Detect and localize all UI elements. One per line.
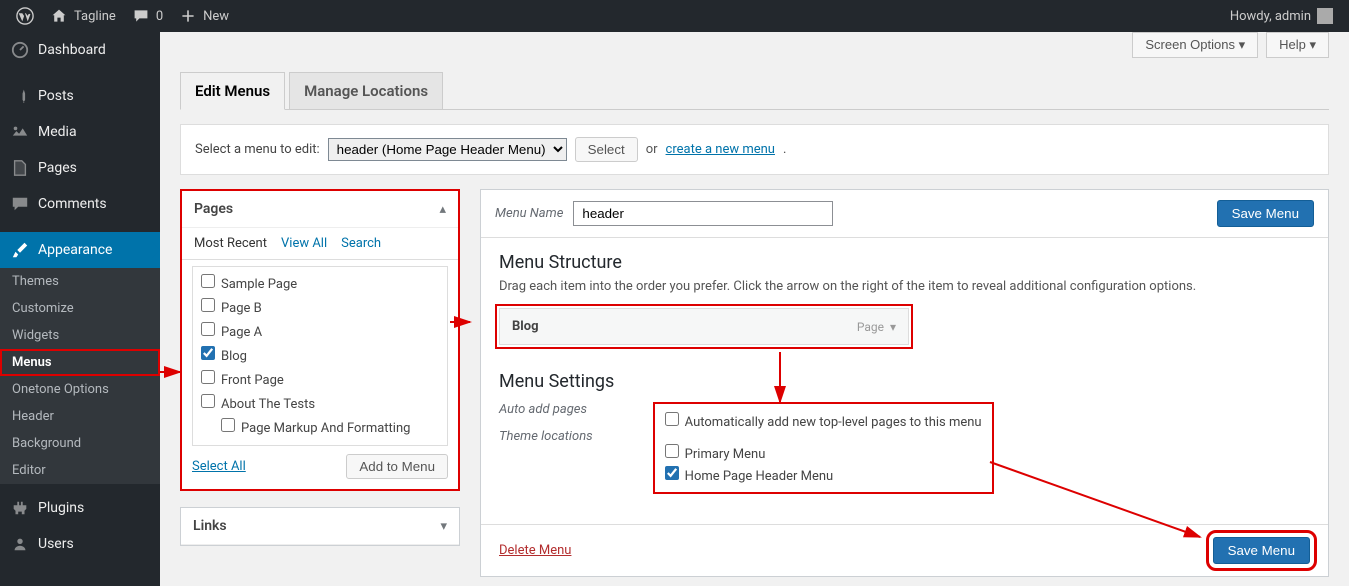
sidebar-item-media[interactable]: Media — [0, 114, 160, 150]
sidebar-item-posts[interactable]: Posts — [0, 78, 160, 114]
comment-icon — [10, 194, 30, 214]
home-icon — [50, 7, 68, 25]
sidebar-item-dashboard[interactable]: Dashboard — [0, 32, 160, 68]
submenu-customize[interactable]: Customize — [0, 295, 160, 322]
page-item[interactable]: Page A — [193, 319, 447, 343]
dashboard-icon — [10, 40, 30, 60]
nav-tabs: Edit Menus Manage Locations — [180, 72, 1329, 110]
pages-postbox: Pages ▴ Most Recent View All Search Samp… — [180, 189, 460, 491]
avatar — [1317, 8, 1333, 24]
page-icon — [10, 158, 30, 178]
plus-icon — [179, 7, 197, 25]
chevron-up-icon: ▴ — [439, 202, 446, 217]
location-primary-row[interactable]: Primary Menu — [665, 442, 982, 464]
select-menu-label: Select a menu to edit: — [195, 142, 320, 157]
page-checkbox[interactable] — [201, 298, 215, 312]
sidebar-item-appearance[interactable]: Appearance — [0, 232, 160, 268]
page-checkbox[interactable] — [201, 370, 215, 384]
links-postbox-header[interactable]: Links ▾ — [181, 508, 459, 545]
menu-edit-panel: Menu Name Save Menu Menu Structure Drag … — [480, 189, 1329, 577]
save-menu-button-top[interactable]: Save Menu — [1217, 200, 1314, 227]
menu-select-row: Select a menu to edit: header (Home Page… — [180, 124, 1329, 175]
page-checkbox[interactable] — [201, 274, 215, 288]
delete-menu-link[interactable]: Delete Menu — [499, 543, 571, 558]
submenu-editor[interactable]: Editor — [0, 457, 160, 484]
auto-add-label: Auto add pages — [499, 402, 593, 417]
comment-icon — [132, 7, 150, 25]
auto-add-checkbox-row[interactable]: Automatically add new top-level pages to… — [665, 410, 982, 432]
menu-item-handle[interactable]: Blog Page ▾ — [499, 308, 909, 345]
tab-edit-menus[interactable]: Edit Menus — [180, 72, 285, 110]
sidebar-item-plugins[interactable]: Plugins — [0, 490, 160, 526]
menu-settings-checks: Automatically add new top-level pages to… — [653, 402, 994, 494]
select-button[interactable]: Select — [575, 137, 638, 162]
submenu-menus[interactable]: Menus — [0, 349, 160, 376]
sidebar-item-comments[interactable]: Comments — [0, 186, 160, 222]
tab-manage-locations[interactable]: Manage Locations — [289, 72, 443, 109]
filter-view-all[interactable]: View All — [281, 236, 327, 251]
chevron-down-icon: ▾ — [440, 519, 447, 534]
page-item[interactable]: Sample Page — [193, 271, 447, 295]
select-all-link[interactable]: Select All — [192, 459, 246, 474]
menu-structure-heading: Menu Structure — [499, 252, 1310, 273]
page-checklist[interactable]: Sample Page Page B Page A Blog Front Pag… — [192, 266, 448, 446]
page-item[interactable]: About The Tests — [193, 391, 447, 415]
page-item[interactable]: Page Markup And Formatting — [193, 415, 447, 439]
pin-icon — [10, 86, 30, 106]
menu-settings-heading: Menu Settings — [499, 371, 1310, 392]
site-name-link[interactable]: Tagline — [42, 0, 124, 32]
sidebar-item-pages[interactable]: Pages — [0, 150, 160, 186]
location-primary-checkbox[interactable] — [665, 444, 679, 458]
submenu-themes[interactable]: Themes — [0, 268, 160, 295]
help-button[interactable]: Help ▾ — [1266, 32, 1329, 58]
users-icon — [10, 534, 30, 554]
page-checkbox[interactable] — [221, 418, 235, 432]
page-item[interactable]: Front Page — [193, 367, 447, 391]
admin-sidebar: Dashboard Posts Media Pages Comments App… — [0, 32, 160, 586]
submenu-header[interactable]: Header — [0, 403, 160, 430]
admin-toolbar: Tagline 0 New Howdy, admin — [0, 0, 1349, 32]
or-text: or — [646, 142, 658, 157]
add-to-menu-button[interactable]: Add to Menu — [346, 454, 448, 479]
brush-icon — [10, 240, 30, 260]
filter-most-recent[interactable]: Most Recent — [194, 236, 267, 251]
sidebar-item-users[interactable]: Users — [0, 526, 160, 562]
create-new-menu-link[interactable]: create a new menu — [666, 142, 775, 157]
wp-logo-icon[interactable] — [8, 0, 42, 32]
menu-name-input[interactable] — [573, 201, 833, 226]
links-postbox: Links ▾ — [180, 507, 460, 546]
new-content-link[interactable]: New — [171, 0, 237, 32]
page-item[interactable]: Blog — [193, 343, 447, 367]
pages-postbox-header[interactable]: Pages ▴ — [182, 191, 458, 228]
submenu-widgets[interactable]: Widgets — [0, 322, 160, 349]
page-checkbox[interactable] — [201, 322, 215, 336]
submenu-background[interactable]: Background — [0, 430, 160, 457]
menu-name-label: Menu Name — [495, 206, 563, 221]
theme-locations-label: Theme locations — [499, 429, 593, 444]
plugin-icon — [10, 498, 30, 518]
content-area: Screen Options ▾ Help ▾ Edit Menus Manag… — [160, 32, 1349, 586]
page-item[interactable]: Page B — [193, 295, 447, 319]
screen-options-button[interactable]: Screen Options ▾ — [1132, 32, 1258, 58]
menu-structure-desc: Drag each item into the order you prefer… — [499, 279, 1310, 294]
submenu-onetone[interactable]: Onetone Options — [0, 376, 160, 403]
media-icon — [10, 122, 30, 142]
location-header-checkbox[interactable] — [665, 466, 679, 480]
filter-search[interactable]: Search — [341, 236, 381, 251]
auto-add-checkbox[interactable] — [665, 412, 679, 426]
account-link[interactable]: Howdy, admin — [1222, 0, 1341, 32]
save-menu-button-bottom[interactable]: Save Menu — [1213, 537, 1310, 564]
appearance-submenu: Themes Customize Widgets Menus Onetone O… — [0, 268, 160, 484]
comments-link[interactable]: 0 — [124, 0, 171, 32]
menu-select[interactable]: header (Home Page Header Menu) — [328, 138, 567, 161]
page-checkbox[interactable] — [201, 346, 215, 360]
location-header-row[interactable]: Home Page Header Menu — [665, 464, 982, 486]
page-checkbox[interactable] — [201, 394, 215, 408]
